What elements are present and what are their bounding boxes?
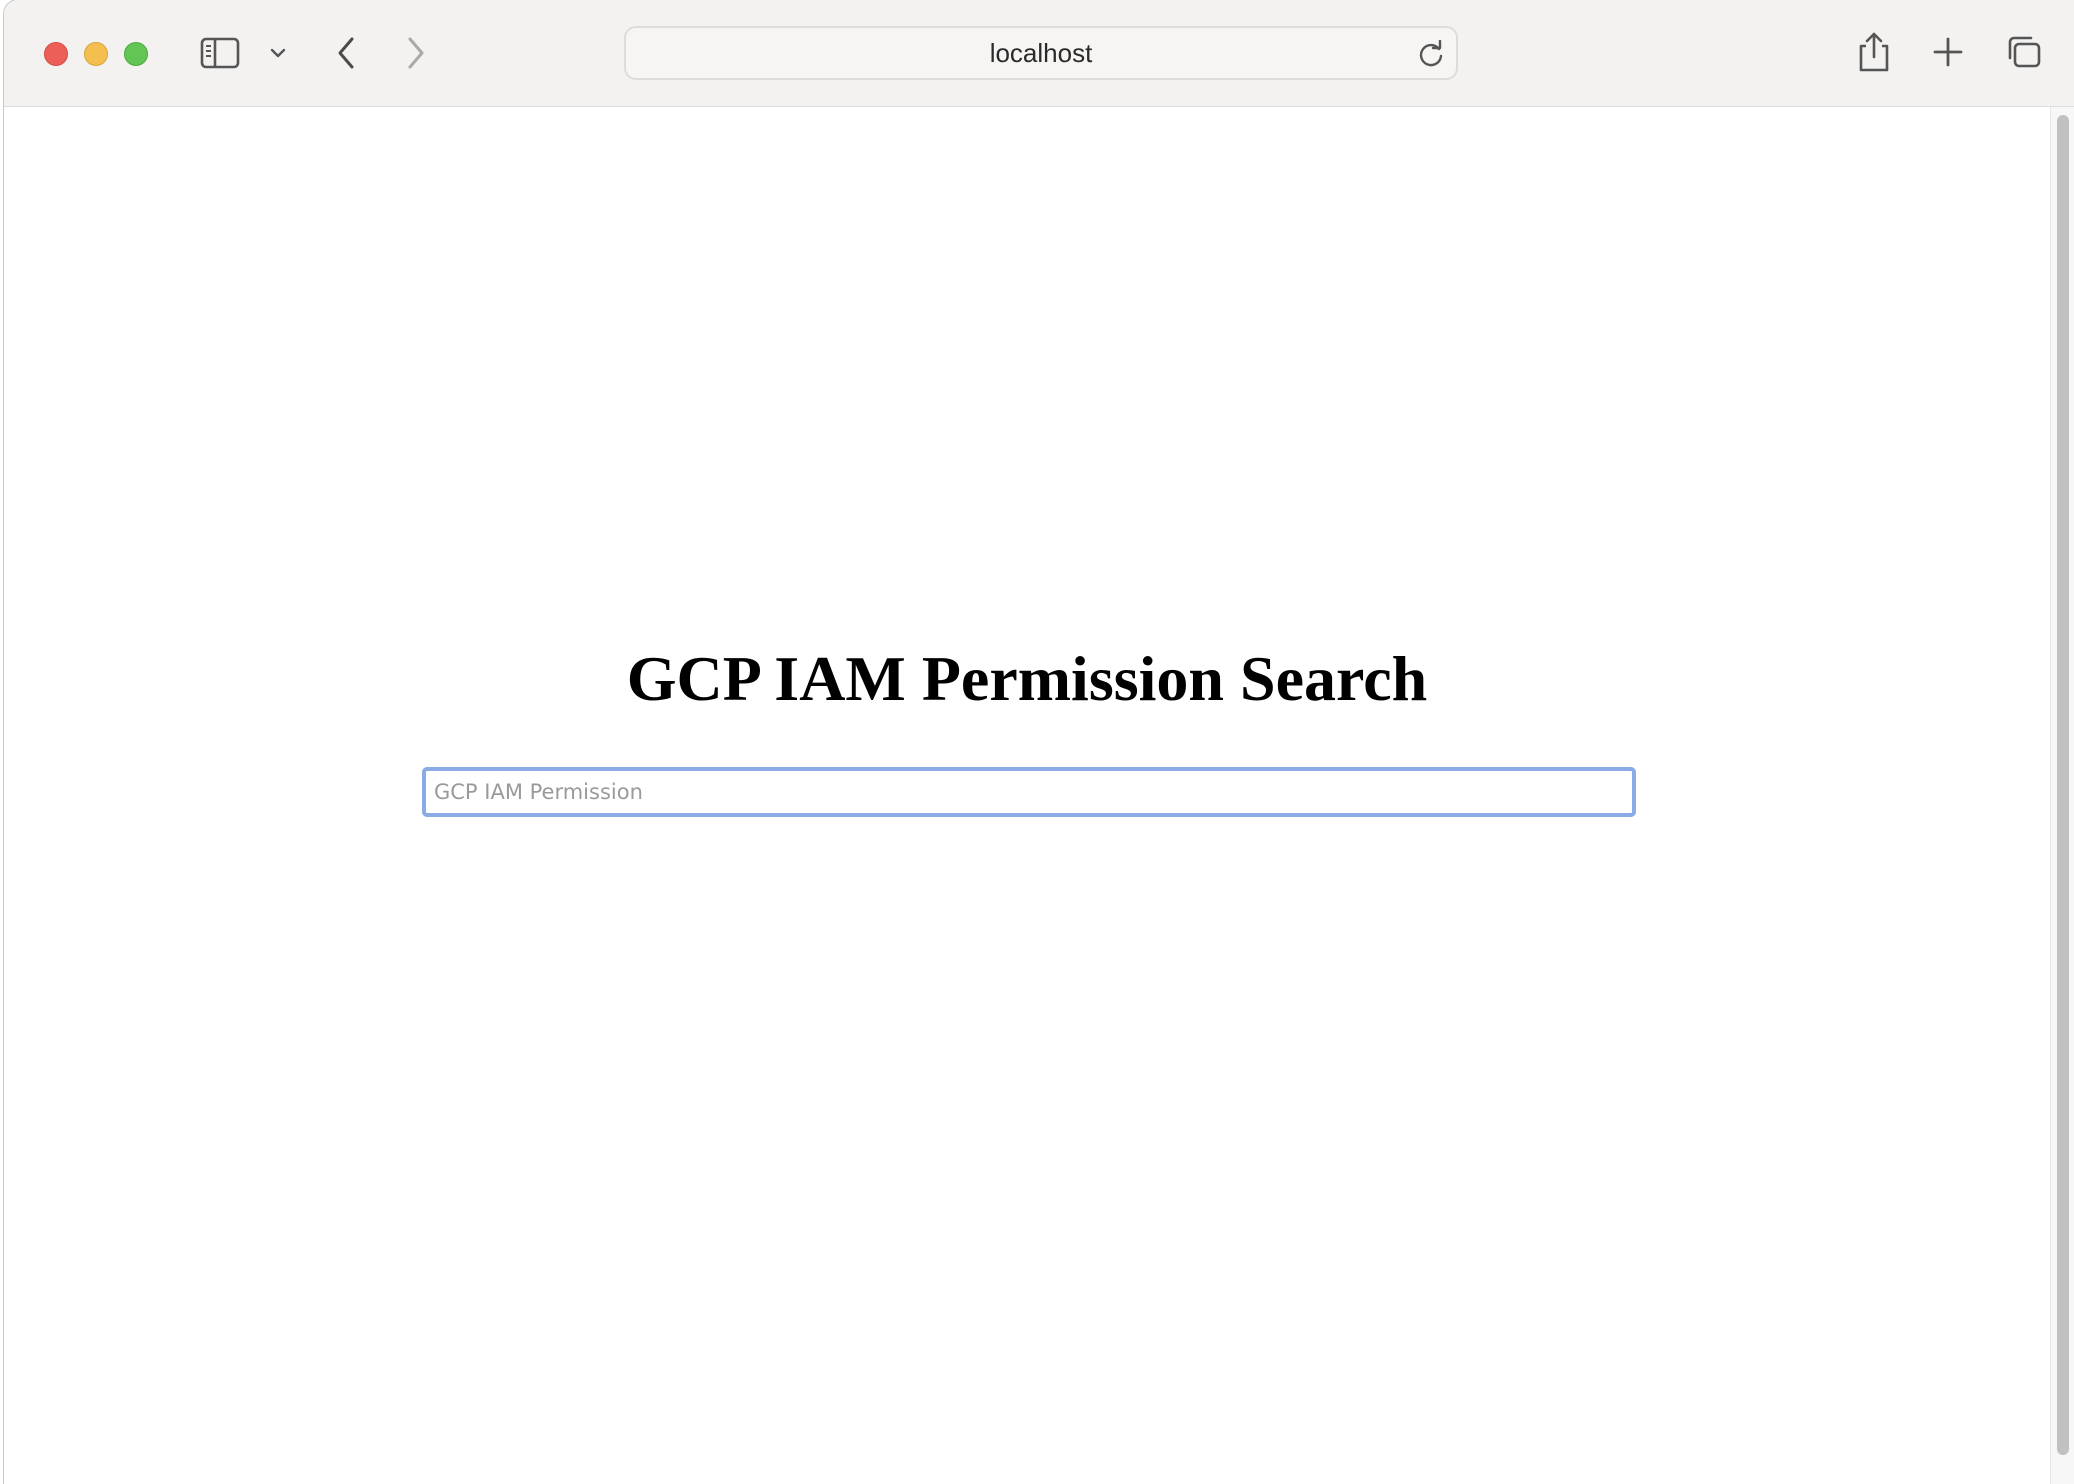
address-text: localhost <box>989 37 1093 68</box>
chevron-right-icon <box>408 37 424 69</box>
forward-button[interactable] <box>396 30 436 76</box>
page-title: GCP IAM Permission Search <box>626 643 1428 714</box>
chevron-left-icon <box>338 37 354 69</box>
address-bar[interactable]: localhost <box>624 26 1458 80</box>
tab-group-menu-button[interactable] <box>266 40 290 66</box>
share-icon <box>1859 32 1889 72</box>
sidebar-icon <box>200 37 240 69</box>
browser-toolbar: localhost <box>4 0 2074 107</box>
share-button[interactable] <box>1854 28 1894 76</box>
scrollbar-thumb[interactable] <box>2057 115 2069 1455</box>
new-tab-button[interactable] <box>1928 32 1968 72</box>
tab-overview-button[interactable] <box>2002 32 2046 72</box>
close-window-button[interactable] <box>44 42 68 66</box>
reload-button[interactable] <box>1416 39 1446 69</box>
plus-icon <box>1933 37 1963 67</box>
browser-window: localhost GCP IAM Permission Search GCP … <box>4 0 2074 1484</box>
vertical-scrollbar[interactable] <box>2050 107 2074 1484</box>
page-content: GCP IAM Permission Search <box>4 107 2050 1484</box>
tab-overview-icon <box>2008 36 2041 68</box>
minimize-window-button[interactable] <box>84 42 108 66</box>
zoom-window-button[interactable] <box>124 42 148 66</box>
reload-icon <box>1419 40 1443 67</box>
chevron-down-icon <box>270 48 286 58</box>
sidebar-toggle-button[interactable] <box>198 35 242 71</box>
back-button[interactable] <box>326 30 366 76</box>
permission-search-input[interactable] <box>422 767 1636 817</box>
